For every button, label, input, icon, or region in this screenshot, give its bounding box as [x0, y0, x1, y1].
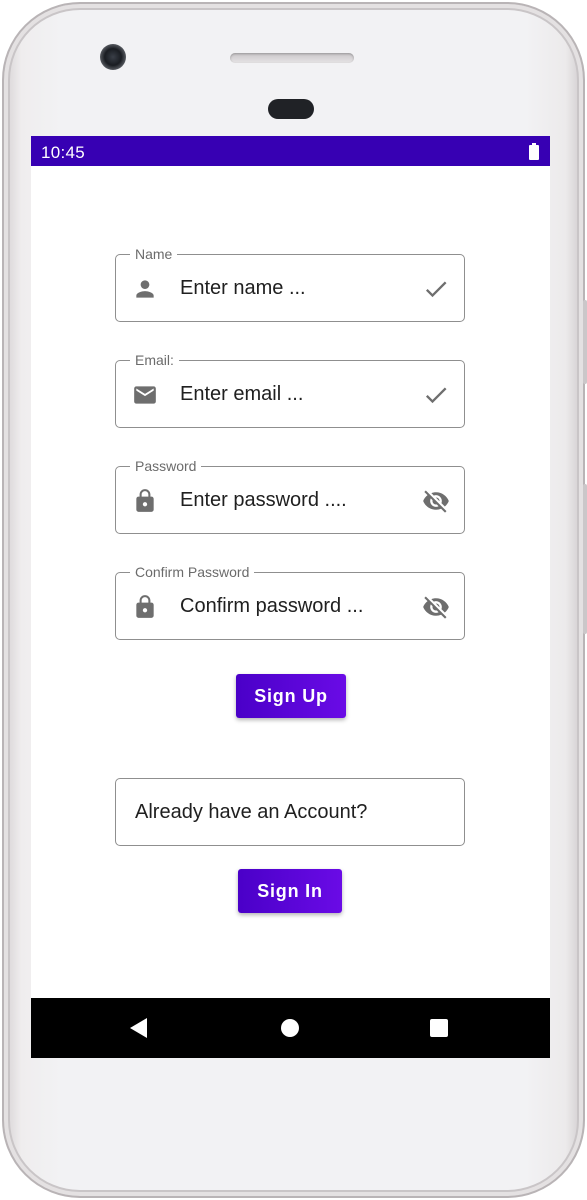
battery-icon — [529, 143, 539, 160]
recent-apps-icon[interactable] — [430, 1019, 448, 1037]
account-prompt-text: Already have an Account? — [135, 801, 368, 823]
account-prompt-box: Already have an Account? — [115, 778, 465, 846]
email-field[interactable]: Email: — [115, 351, 465, 428]
check-icon — [425, 281, 447, 298]
confirm-password-input[interactable] — [180, 573, 400, 639]
password-field[interactable]: Password — [115, 457, 465, 534]
volume-button — [583, 484, 587, 634]
sign-in-button[interactable]: Sign In — [238, 869, 342, 913]
screen: 10:45 Name Email: Password — [31, 136, 550, 1058]
front-camera — [100, 44, 126, 70]
power-button — [583, 300, 587, 384]
sign-up-button[interactable]: Sign Up — [236, 674, 346, 718]
confirm-password-field[interactable]: Confirm Password — [115, 563, 465, 640]
name-input[interactable] — [180, 255, 400, 321]
check-icon — [425, 387, 447, 404]
proximity-sensor — [268, 99, 314, 119]
navigation-bar — [31, 998, 550, 1058]
back-icon[interactable] — [129, 1018, 149, 1038]
status-bar: 10:45 — [31, 136, 550, 166]
eye-off-icon[interactable] — [422, 593, 450, 621]
status-time: 10:45 — [41, 143, 86, 162]
earpiece-speaker — [230, 53, 354, 63]
mail-icon — [134, 386, 156, 404]
eye-off-icon[interactable] — [422, 487, 450, 515]
email-field-label: Email: — [130, 351, 179, 369]
password-input[interactable] — [180, 467, 400, 533]
home-icon[interactable] — [281, 1019, 299, 1037]
lock-icon — [136, 489, 154, 512]
lock-icon — [136, 595, 154, 618]
name-field-label: Name — [130, 245, 178, 263]
email-input[interactable] — [180, 361, 400, 427]
name-field[interactable]: Name — [115, 245, 465, 322]
person-icon — [136, 280, 154, 298]
